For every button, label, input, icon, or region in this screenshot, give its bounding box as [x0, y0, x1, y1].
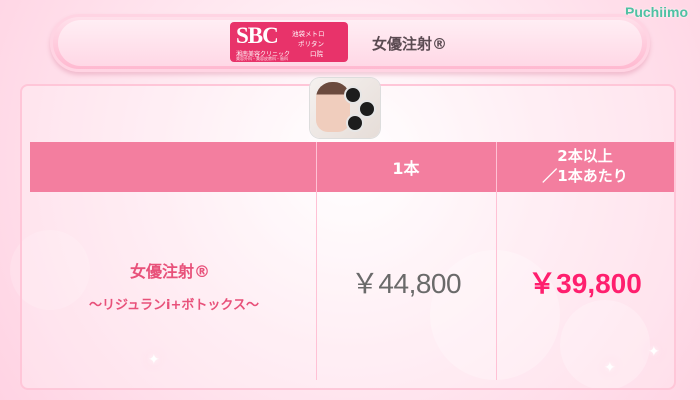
price-single: ￥44,800	[350, 268, 462, 299]
treatment-subtitle: ～リジュランi+ボトックス～	[88, 298, 260, 313]
clinic-logo: SBC 池袋メトロ ポリタン 口院 湘南美容クリニック 美容外科・美容皮膚科・歯…	[230, 22, 348, 62]
treatment-name: 女優注射®	[129, 262, 210, 281]
product-photo-icon	[310, 78, 380, 138]
header-single: 1本	[392, 159, 420, 178]
header-multi: 2本以上 ／1本あたり	[542, 147, 628, 185]
header-banner: SBC 池袋メトロ ポリタン 口院 湘南美容クリニック 美容外科・美容皮膚科・歯…	[50, 14, 650, 72]
page-title: 女優注射®	[372, 35, 448, 53]
price-table: 1本 2本以上 ／1本あたり 女優注射® ～リジュランi+ボトックス～ ￥44,…	[30, 142, 674, 380]
price-multi: ￥39,800	[528, 268, 642, 299]
